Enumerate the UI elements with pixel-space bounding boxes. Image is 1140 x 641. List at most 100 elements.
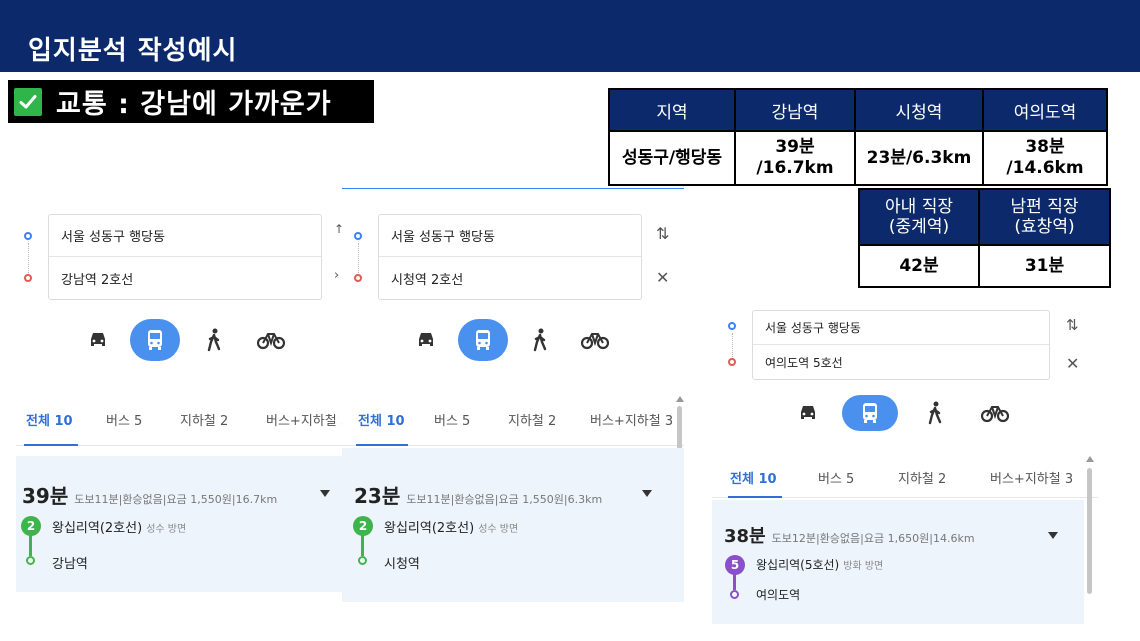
car-icon[interactable] (86, 328, 110, 352)
table-header-cell: 여의도역 (982, 88, 1108, 132)
tab-active-underline (24, 444, 78, 446)
tab-subway[interactable]: 지하철 2 (898, 468, 946, 487)
table-cell: 23분/6.3km (854, 130, 984, 186)
swap-icon[interactable]: ⇅ (656, 224, 669, 243)
tab-subway[interactable]: 지하철 2 (508, 410, 556, 429)
section-label-text: 교통 : 강남에 가까운가 (56, 89, 332, 120)
origin-input[interactable]: 서울 성동구 행당동 (379, 215, 641, 257)
route-transfer: 환승없음 (454, 493, 495, 506)
table-cell: 성동구/행당동 (608, 130, 736, 186)
close-icon[interactable]: › (334, 268, 339, 283)
route-panel-yeouido: 서울 성동구 행당동 여의도역 5호선 ⇅ ✕ 전체 10 버스 5 지하철 2… (712, 296, 1098, 628)
route-walk: 도보11분 (74, 493, 119, 506)
route-summary: 38분 도보12분 | 환승없음 | 요금 1,650원 | 14.6km (724, 522, 975, 548)
travel-time-table: 지역 강남역 시청역 여의도역 성동구/행당동 39분 /16.7km 23분/… (608, 88, 1108, 186)
route-walk: 도보12분 (771, 532, 816, 545)
bicycle-icon[interactable] (580, 329, 610, 351)
table-cell: 39분 /16.7km (734, 130, 856, 186)
stop-dot-icon (358, 556, 367, 565)
close-icon[interactable]: ✕ (656, 268, 669, 287)
route-transfer: 환승없음 (819, 532, 861, 545)
route-walk: 도보11분 (406, 493, 451, 506)
swap-icon[interactable]: ↑ (334, 222, 342, 236)
scrollbar[interactable] (1087, 468, 1092, 594)
route-card[interactable]: 23분 도보11분 | 환승없음 | 요금 1,550원 | 6.3km 2 왕십리역… (342, 448, 684, 602)
table-header-cell: 지역 (608, 88, 736, 132)
close-icon[interactable]: ✕ (1066, 354, 1079, 373)
walk-icon[interactable] (528, 327, 552, 353)
board-station: 왕십리역(2호선) 성수 방면 (384, 521, 519, 536)
car-icon[interactable] (796, 402, 820, 424)
swap-icon[interactable]: ⇅ (1066, 316, 1079, 334)
table-header-cell: 남편 직장 (효창역) (978, 188, 1111, 246)
destination-dot-icon (728, 358, 736, 366)
tab-bus[interactable]: 버스 5 (106, 410, 142, 429)
route-connector (732, 333, 733, 359)
origin-dot-icon (24, 232, 32, 240)
bus-icon[interactable] (842, 395, 898, 431)
alight-station: 강남역 (52, 557, 88, 572)
direction-label: 성수 방면 (146, 524, 187, 535)
scroll-up-arrow-icon[interactable] (1086, 456, 1094, 462)
tab-bus[interactable]: 버스 5 (434, 410, 470, 429)
board-station: 왕십리역(2호선) 성수 방면 (52, 521, 187, 536)
car-icon[interactable] (414, 328, 438, 352)
route-panel-cityhall: 서울 성동구 행당동 시청역 2호선 ⇅ ✕ 전체 10 버스 5 지하철 2 … (342, 188, 684, 604)
direction-label: 성수 방면 (478, 524, 519, 535)
expand-caret-icon[interactable] (1048, 532, 1058, 539)
tab-subway[interactable]: 지하철 2 (180, 410, 228, 429)
bicycle-icon[interactable] (980, 402, 1010, 424)
route-connector (358, 243, 359, 273)
bicycle-icon[interactable] (256, 329, 286, 351)
route-card[interactable]: 38분 도보12분 | 환승없음 | 요금 1,650원 | 14.6km 5 왕십리… (712, 500, 1084, 624)
tab-all[interactable]: 전체 10 (730, 468, 777, 487)
route-duration: 39분 (22, 484, 69, 508)
route-duration: 38분 (724, 526, 766, 547)
destination-input[interactable]: 여의도역 5호선 (753, 345, 1049, 379)
table-header-row: 지역 강남역 시청역 여의도역 (608, 88, 1108, 132)
route-distance: 16.7km (235, 493, 278, 506)
alight-station: 여의도역 (756, 588, 801, 602)
expand-caret-icon[interactable] (642, 490, 652, 497)
expand-caret-icon[interactable] (320, 490, 330, 497)
subway-line-badge: 5 (725, 555, 745, 575)
origin-dot-icon (728, 322, 736, 330)
destination-dot-icon (354, 274, 362, 282)
panel-top-border (342, 188, 684, 189)
walk-icon[interactable] (924, 400, 946, 426)
destination-dot-icon (24, 274, 32, 282)
tab-active-underline (356, 444, 408, 446)
table-header-row: 아내 직장 (중계역) 남편 직장 (효창역) (858, 188, 1111, 246)
bus-icon[interactable] (458, 319, 508, 361)
table-cell: 42분 (858, 244, 980, 288)
commute-time-table: 아내 직장 (중계역) 남편 직장 (효창역) 42분 31분 (858, 188, 1111, 288)
route-card[interactable]: 39분 도보11분 | 환승없음 | 요금 1,550원 | 16.7km 2 왕십리… (16, 456, 342, 592)
tab-bus[interactable]: 버스 5 (818, 468, 854, 487)
page-title: 입지분석 작성예시 (28, 36, 238, 66)
tab-bus-subway[interactable]: 버스+지하철 3 (990, 468, 1073, 487)
scroll-up-arrow-icon[interactable] (676, 396, 684, 402)
location-input-group: 서울 성동구 행당동 시청역 2호선 (378, 214, 642, 300)
tab-all[interactable]: 전체 10 (26, 410, 73, 429)
destination-input[interactable]: 시청역 2호선 (379, 257, 641, 299)
origin-input[interactable]: 서울 성동구 행당동 (49, 215, 321, 257)
route-transfer: 환승없음 (122, 493, 163, 506)
destination-input[interactable]: 강남역 2호선 (49, 257, 321, 299)
walk-icon[interactable] (202, 327, 226, 353)
route-distance: 6.3km (567, 493, 603, 506)
tab-all[interactable]: 전체 10 (358, 410, 405, 429)
tab-bus-subway[interactable]: 버스+지하철 3 (266, 410, 342, 429)
location-input-group: 서울 성동구 행당동 여의도역 5호선 (752, 310, 1050, 380)
stop-dot-icon (730, 590, 739, 599)
route-tabs: 전체 10 버스 5 지하철 2 버스+지하철 3 (16, 392, 342, 446)
bus-icon[interactable] (130, 319, 180, 361)
tab-bus-subway[interactable]: 버스+지하철 3 (590, 410, 673, 429)
table-row: 성동구/행당동 39분 /16.7km 23분/6.3km 38분 /14.6k… (608, 130, 1108, 186)
route-connector (28, 243, 29, 273)
origin-dot-icon (354, 232, 362, 240)
origin-input[interactable]: 서울 성동구 행당동 (753, 311, 1049, 345)
route-summary: 23분 도보11분 | 환승없음 | 요금 1,550원 | 6.3km (354, 480, 602, 509)
table-cell: 31분 (978, 244, 1111, 288)
route-fare: 요금 1,650원 (863, 532, 930, 545)
location-input-group: 서울 성동구 행당동 강남역 2호선 (48, 214, 322, 300)
